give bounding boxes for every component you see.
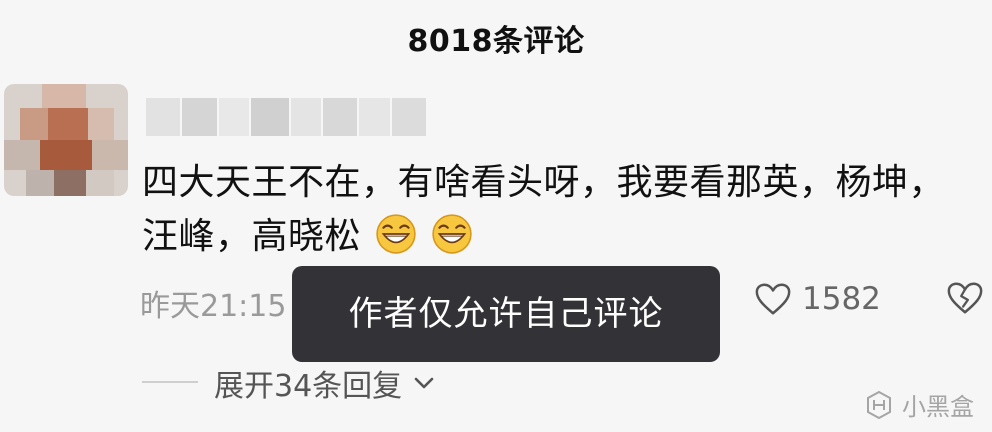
chevron-down-icon: [414, 377, 434, 389]
watermark-label: 小黑盒: [902, 393, 974, 421]
dislike-button[interactable]: [946, 280, 984, 316]
avatar-blur-block: [26, 170, 54, 196]
heybox-logo-icon: [867, 390, 891, 419]
avatar-blur-block: [4, 140, 40, 170]
watermark: 小黑盒: [864, 387, 974, 422]
avatar-blur-block: [86, 170, 114, 196]
avatar-blur-block: [42, 84, 86, 108]
avatar-blur-block: [40, 140, 92, 170]
username-blur-block: [181, 98, 218, 136]
avatar-blur-block: [88, 108, 114, 140]
grinning-emoji-icon: [376, 214, 416, 254]
comment-timestamp: 昨天21:15: [140, 289, 287, 324]
username-blur-block: [322, 98, 357, 136]
replies-divider: [142, 381, 198, 383]
comment-text[interactable]: 四大天王不在，有啥看头呀，我要看那英，杨坤，汪峰，高晓松: [142, 156, 972, 264]
username-blur-block: [290, 98, 321, 136]
like-count: 1582: [802, 281, 881, 317]
username-blur-block: [146, 98, 180, 136]
heart-outline-icon: [755, 283, 791, 315]
username[interactable]: [146, 98, 427, 136]
username-blur-block: [358, 98, 391, 136]
username-blur-block: [251, 98, 289, 136]
broken-heart-icon: [947, 282, 983, 314]
avatar[interactable]: [4, 84, 128, 196]
comment-body: 四大天王不在，有啥看头呀，我要看那英，杨坤，汪峰，高晓松: [142, 162, 946, 257]
expand-replies-button[interactable]: 展开34条回复: [214, 361, 438, 405]
grinning-emoji-icon: [432, 214, 472, 254]
username-blur-block: [219, 98, 250, 136]
toast-message: 作者仅允许自己评论: [292, 266, 720, 362]
expand-replies-label: 展开34条回复: [214, 369, 403, 404]
avatar-blur-block: [54, 170, 86, 196]
like-button[interactable]: 1582: [754, 279, 881, 319]
username-blur-block: [392, 98, 427, 136]
page-title: 8018条评论: [407, 24, 585, 59]
avatar-blur-block: [92, 140, 128, 170]
avatar-blur-block: [48, 108, 88, 140]
avatar-blur-block: [20, 108, 48, 140]
